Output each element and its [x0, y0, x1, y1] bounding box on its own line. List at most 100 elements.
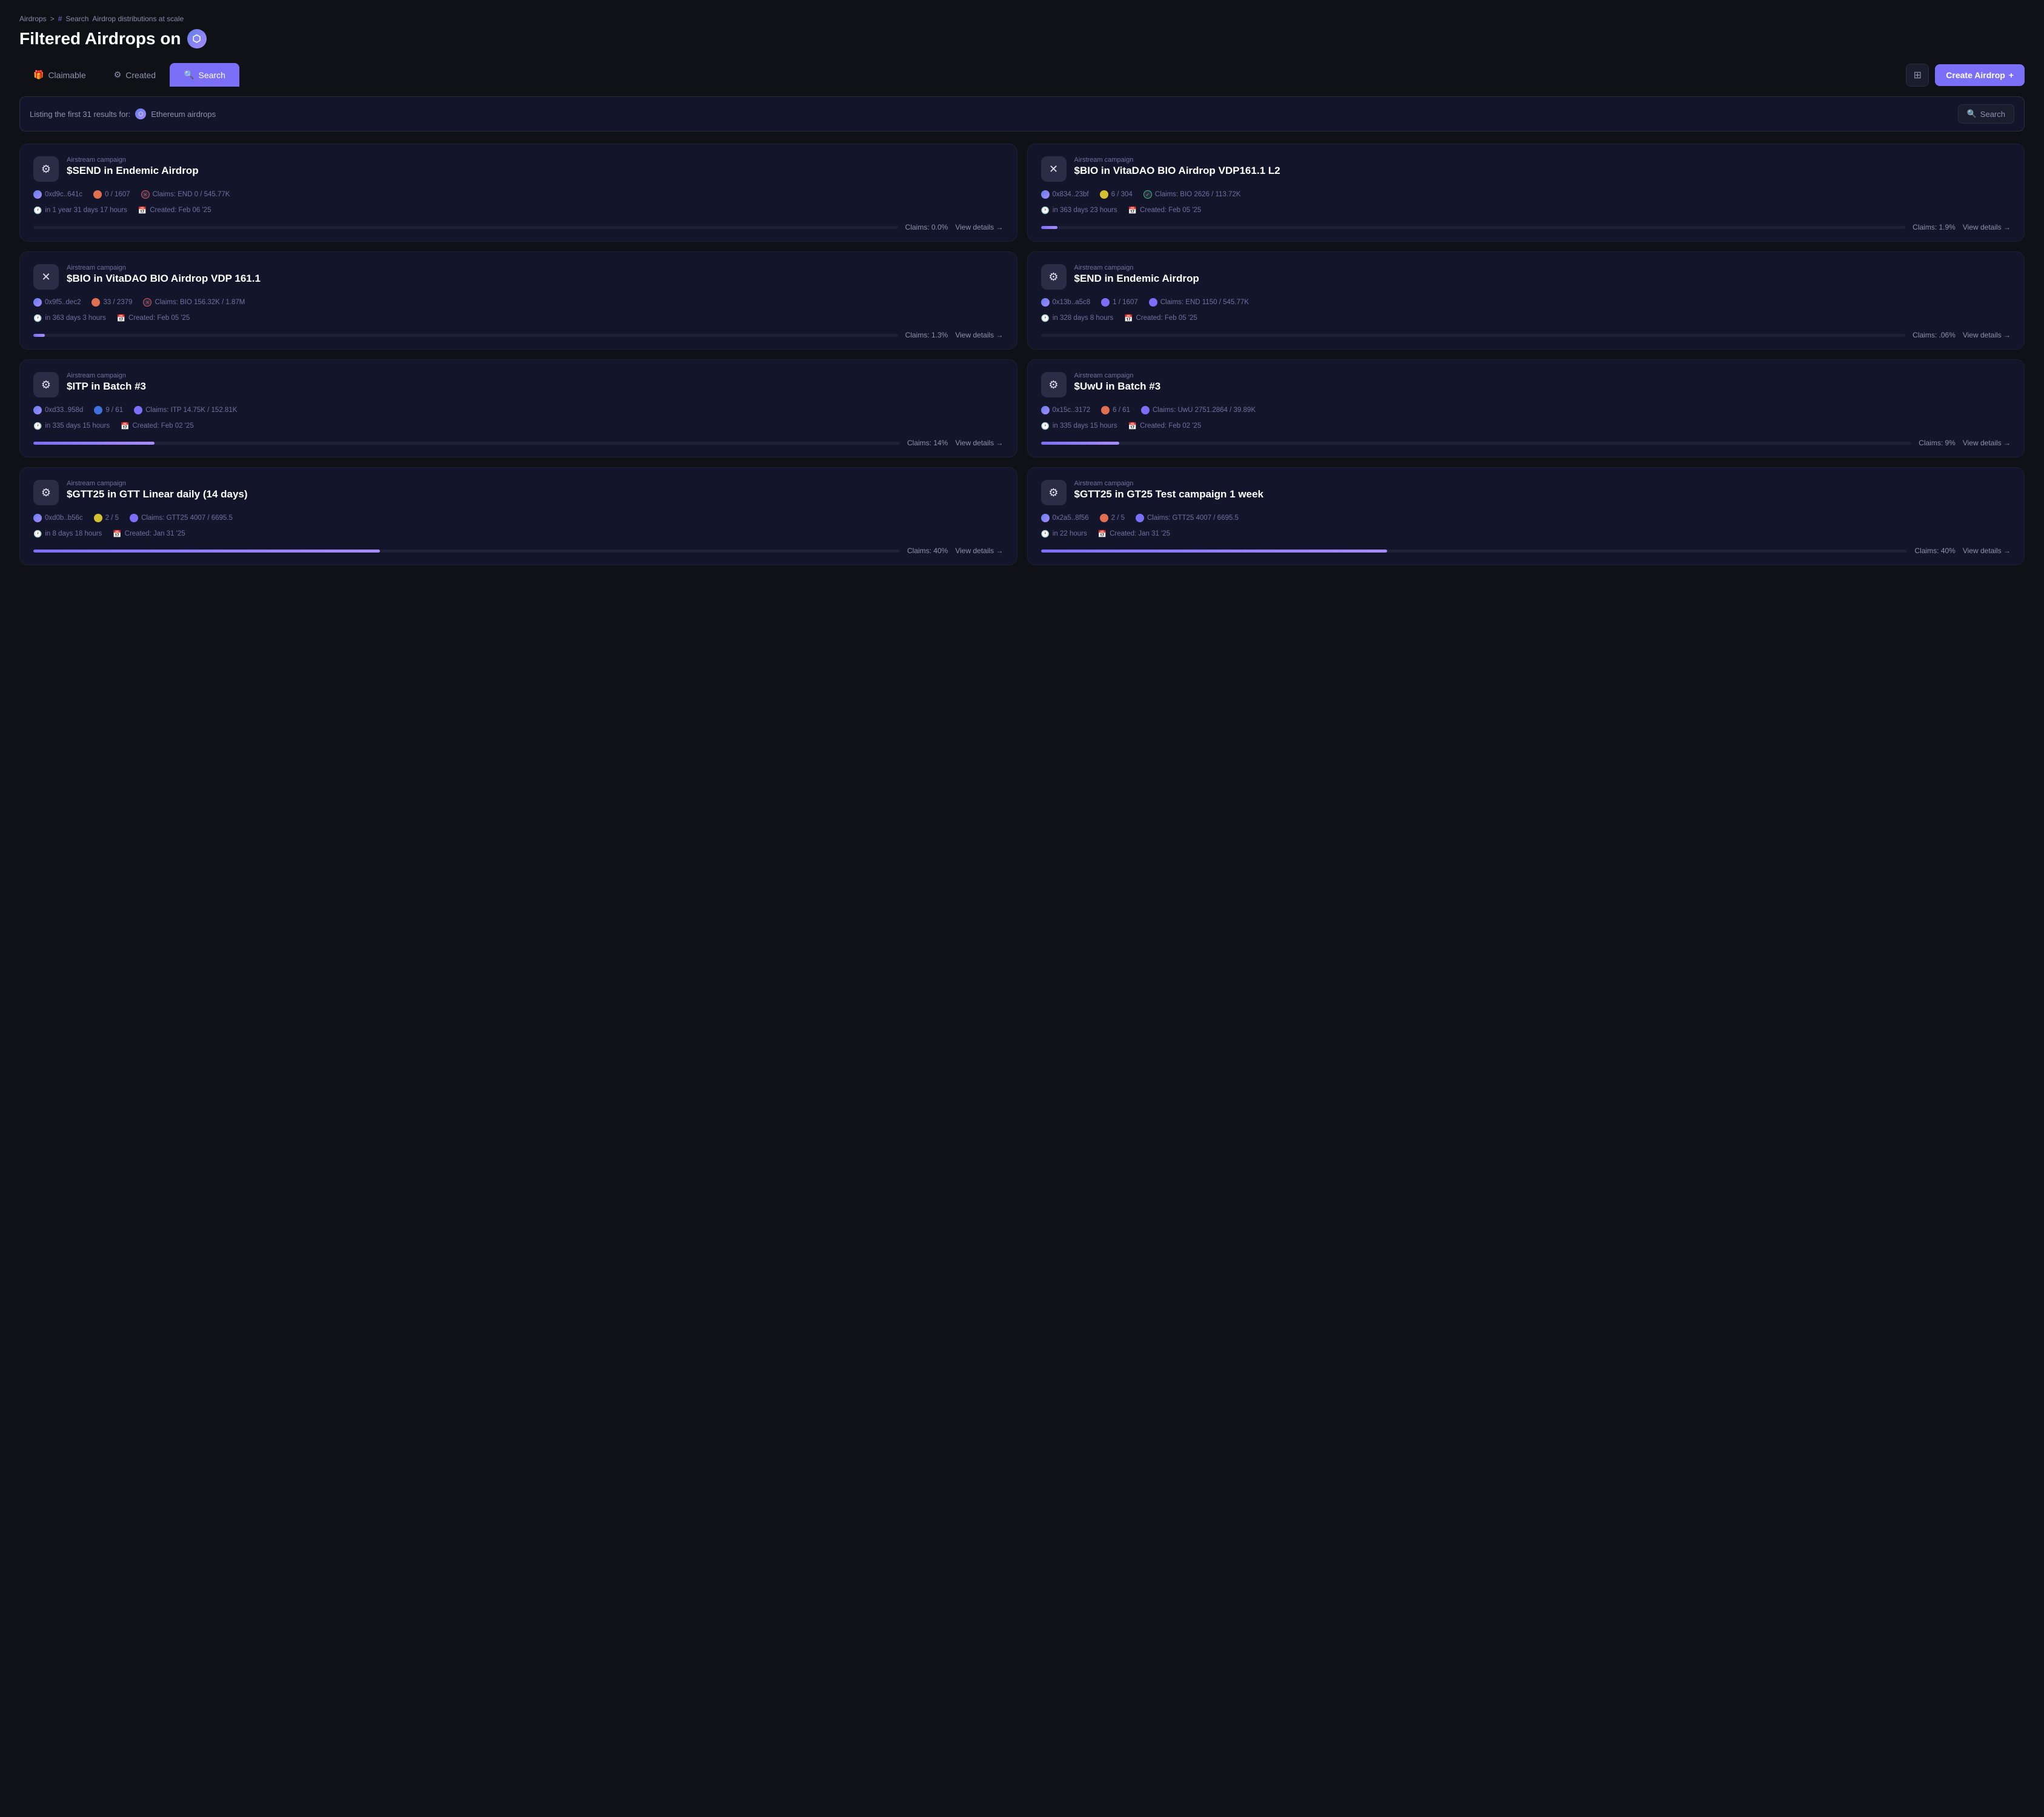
- card-title-group: Airstream campaign $END in Endemic Airdr…: [1074, 264, 1199, 285]
- view-details-link[interactable]: View details →: [1963, 439, 2011, 447]
- progress-bar-background: [1041, 226, 1906, 229]
- clock-icon: 🕐: [33, 314, 42, 322]
- clock-icon: 🕐: [33, 206, 42, 214]
- search-button-icon: 🔍: [1967, 109, 1977, 119]
- grid-icon: ⊞: [1914, 69, 1922, 81]
- view-details-link[interactable]: View details →: [1963, 546, 2011, 555]
- listing-text: Listing the first 31 results for:: [30, 110, 130, 119]
- meta-text: 33 / 2379: [103, 299, 132, 306]
- created-text: Created: Feb 05 '25: [128, 314, 190, 322]
- airdrop-card[interactable]: ⚙ Airstream campaign $GTT25 in GTT Linea…: [19, 467, 1017, 565]
- meta-dot: [1041, 298, 1050, 307]
- view-details-link[interactable]: View details →: [955, 439, 1003, 447]
- created-date: 📅 Created: Feb 06 '25: [138, 206, 211, 214]
- create-airdrop-label: Create Airdrop: [1946, 70, 2005, 80]
- search-bar-text: Listing the first 31 results for: ⬡ Ethe…: [30, 108, 216, 119]
- progress-bar-fill: [1041, 442, 1119, 445]
- cards-grid: ⚙ Airstream campaign $SEND in Endemic Ai…: [19, 144, 2025, 565]
- meta-item: 6 / 304: [1100, 190, 1133, 199]
- time-text: in 335 days 15 hours: [45, 422, 110, 430]
- airdrop-card[interactable]: ✕ Airstream campaign $BIO in VitaDAO BIO…: [19, 251, 1017, 350]
- claims-label: Claims: 9%: [1919, 439, 1956, 447]
- meta-text: 6 / 61: [1113, 407, 1130, 414]
- meta-dot: [1041, 406, 1050, 414]
- created-date: 📅 Created: Feb 02 '25: [1128, 422, 1202, 430]
- meta-text: 6 / 304: [1111, 191, 1133, 198]
- campaign-type: Airstream campaign: [1074, 372, 1161, 379]
- create-airdrop-button[interactable]: Create Airdrop +: [1935, 64, 2025, 86]
- tab-claimable-label: Claimable: [48, 70, 85, 80]
- meta-text: 0 / 1607: [105, 191, 130, 198]
- created-text: Created: Feb 05 '25: [1140, 207, 1201, 214]
- created-date: 📅 Created: Feb 05 '25: [1124, 314, 1197, 322]
- view-details-link[interactable]: View details →: [955, 546, 1003, 555]
- campaign-icon: ⚙: [1041, 480, 1067, 505]
- claims-label: Claims: 40%: [907, 546, 948, 555]
- meta-item: 0x9f5..dec2: [33, 298, 81, 307]
- meta-text: 0xd33..958d: [45, 407, 83, 414]
- airdrop-card[interactable]: ⚙ Airstream campaign $UwU in Batch #3 0x…: [1027, 359, 2025, 457]
- meta-dot: [134, 406, 142, 414]
- time-text: in 363 days 23 hours: [1053, 207, 1117, 214]
- view-details-link[interactable]: View details →: [1963, 331, 2011, 339]
- time-text: in 335 days 15 hours: [1053, 422, 1117, 430]
- tab-created[interactable]: ⚙ Created: [100, 63, 170, 87]
- progress-row: Claims: 40% View details →: [33, 546, 1004, 555]
- card-meta: 0x13b..a5c8 1 / 1607 Claims: END 1150 / …: [1041, 298, 2011, 307]
- airdrop-card[interactable]: ⚙ Airstream campaign $END in Endemic Air…: [1027, 251, 2025, 350]
- expiry-time: 🕐 in 328 days 8 hours: [1041, 314, 1114, 322]
- meta-item: Claims: GTT25 4007 / 6695.5: [130, 514, 233, 522]
- expiry-time: 🕐 in 8 days 18 hours: [33, 530, 102, 538]
- meta-text: 0x834..23bf: [1053, 191, 1089, 198]
- meta-item: 9 / 61: [94, 406, 123, 414]
- campaign-type: Airstream campaign: [67, 372, 146, 379]
- view-details-link[interactable]: View details →: [955, 223, 1003, 231]
- meta-text: 0x15c..3172: [1053, 407, 1091, 414]
- claims-label: Claims: 14%: [907, 439, 948, 447]
- tabs-row: 🎁 Claimable ⚙ Created 🔍 Search ⊞ Create …: [19, 63, 2025, 87]
- meta-dot: [1041, 514, 1050, 522]
- claims-label: Claims: 1.3%: [905, 331, 948, 339]
- meta-dot: [1101, 406, 1110, 414]
- breadcrumb-airdrops[interactable]: Airdrops: [19, 15, 47, 23]
- time-text: in 22 hours: [1053, 530, 1087, 537]
- airdrop-card[interactable]: ⚙ Airstream campaign $SEND in Endemic Ai…: [19, 144, 1017, 242]
- progress-bar-background: [1041, 334, 1906, 337]
- created-text: Created: Feb 02 '25: [1140, 422, 1201, 430]
- expiry-time: 🕐 in 1 year 31 days 17 hours: [33, 206, 127, 214]
- clock-icon: 🕐: [33, 422, 42, 430]
- airdrop-card[interactable]: ⚙ Airstream campaign $ITP in Batch #3 0x…: [19, 359, 1017, 457]
- progress-bar-background: [1041, 442, 1912, 445]
- campaign-name: $UwU in Batch #3: [1074, 380, 1161, 393]
- claimable-icon: 🎁: [33, 70, 44, 80]
- grid-view-button[interactable]: ⊞: [1906, 64, 1929, 87]
- meta-item: 0xd9c..641c: [33, 190, 82, 199]
- breadcrumb-hash: #: [58, 15, 62, 23]
- meta-item: 0x15c..3172: [1041, 406, 1091, 414]
- expiry-time: 🕐 in 22 hours: [1041, 530, 1087, 538]
- campaign-name: $END in Endemic Airdrop: [1074, 273, 1199, 285]
- card-meta: 0x2a5..8f56 2 / 5 Claims: GTT25 4007 / 6…: [1041, 514, 2011, 522]
- meta-item: 0xd33..958d: [33, 406, 83, 414]
- calendar-icon: 📅: [117, 314, 125, 322]
- view-details-link[interactable]: View details →: [955, 331, 1003, 339]
- tab-claimable[interactable]: 🎁 Claimable: [19, 63, 100, 87]
- meta-item: Claims: GTT25 4007 / 6695.5: [1136, 514, 1239, 522]
- meta-text: Claims: GTT25 4007 / 6695.5: [141, 514, 233, 522]
- meta-item: 6 / 61: [1101, 406, 1130, 414]
- campaign-icon: ⚙: [33, 156, 59, 182]
- search-button[interactable]: 🔍 Search: [1958, 104, 2014, 124]
- progress-bar-background: [33, 226, 898, 229]
- airdrop-card[interactable]: ⚙ Airstream campaign $GTT25 in GT25 Test…: [1027, 467, 2025, 565]
- created-text: Created: Feb 02 '25: [132, 422, 193, 430]
- created-date: 📅 Created: Jan 31 '25: [1098, 530, 1170, 538]
- card-header: ✕ Airstream campaign $BIO in VitaDAO BIO…: [1041, 156, 2011, 182]
- campaign-name: $GTT25 in GTT Linear daily (14 days): [67, 488, 248, 500]
- meta-dot: [33, 298, 42, 307]
- card-header: ⚙ Airstream campaign $GTT25 in GTT Linea…: [33, 480, 1004, 505]
- campaign-type: Airstream campaign: [1074, 156, 1280, 164]
- meta-text: 0xd9c..641c: [45, 191, 82, 198]
- view-details-link[interactable]: View details →: [1963, 223, 2011, 231]
- airdrop-card[interactable]: ✕ Airstream campaign $BIO in VitaDAO BIO…: [1027, 144, 2025, 242]
- tab-search[interactable]: 🔍 Search: [170, 63, 239, 87]
